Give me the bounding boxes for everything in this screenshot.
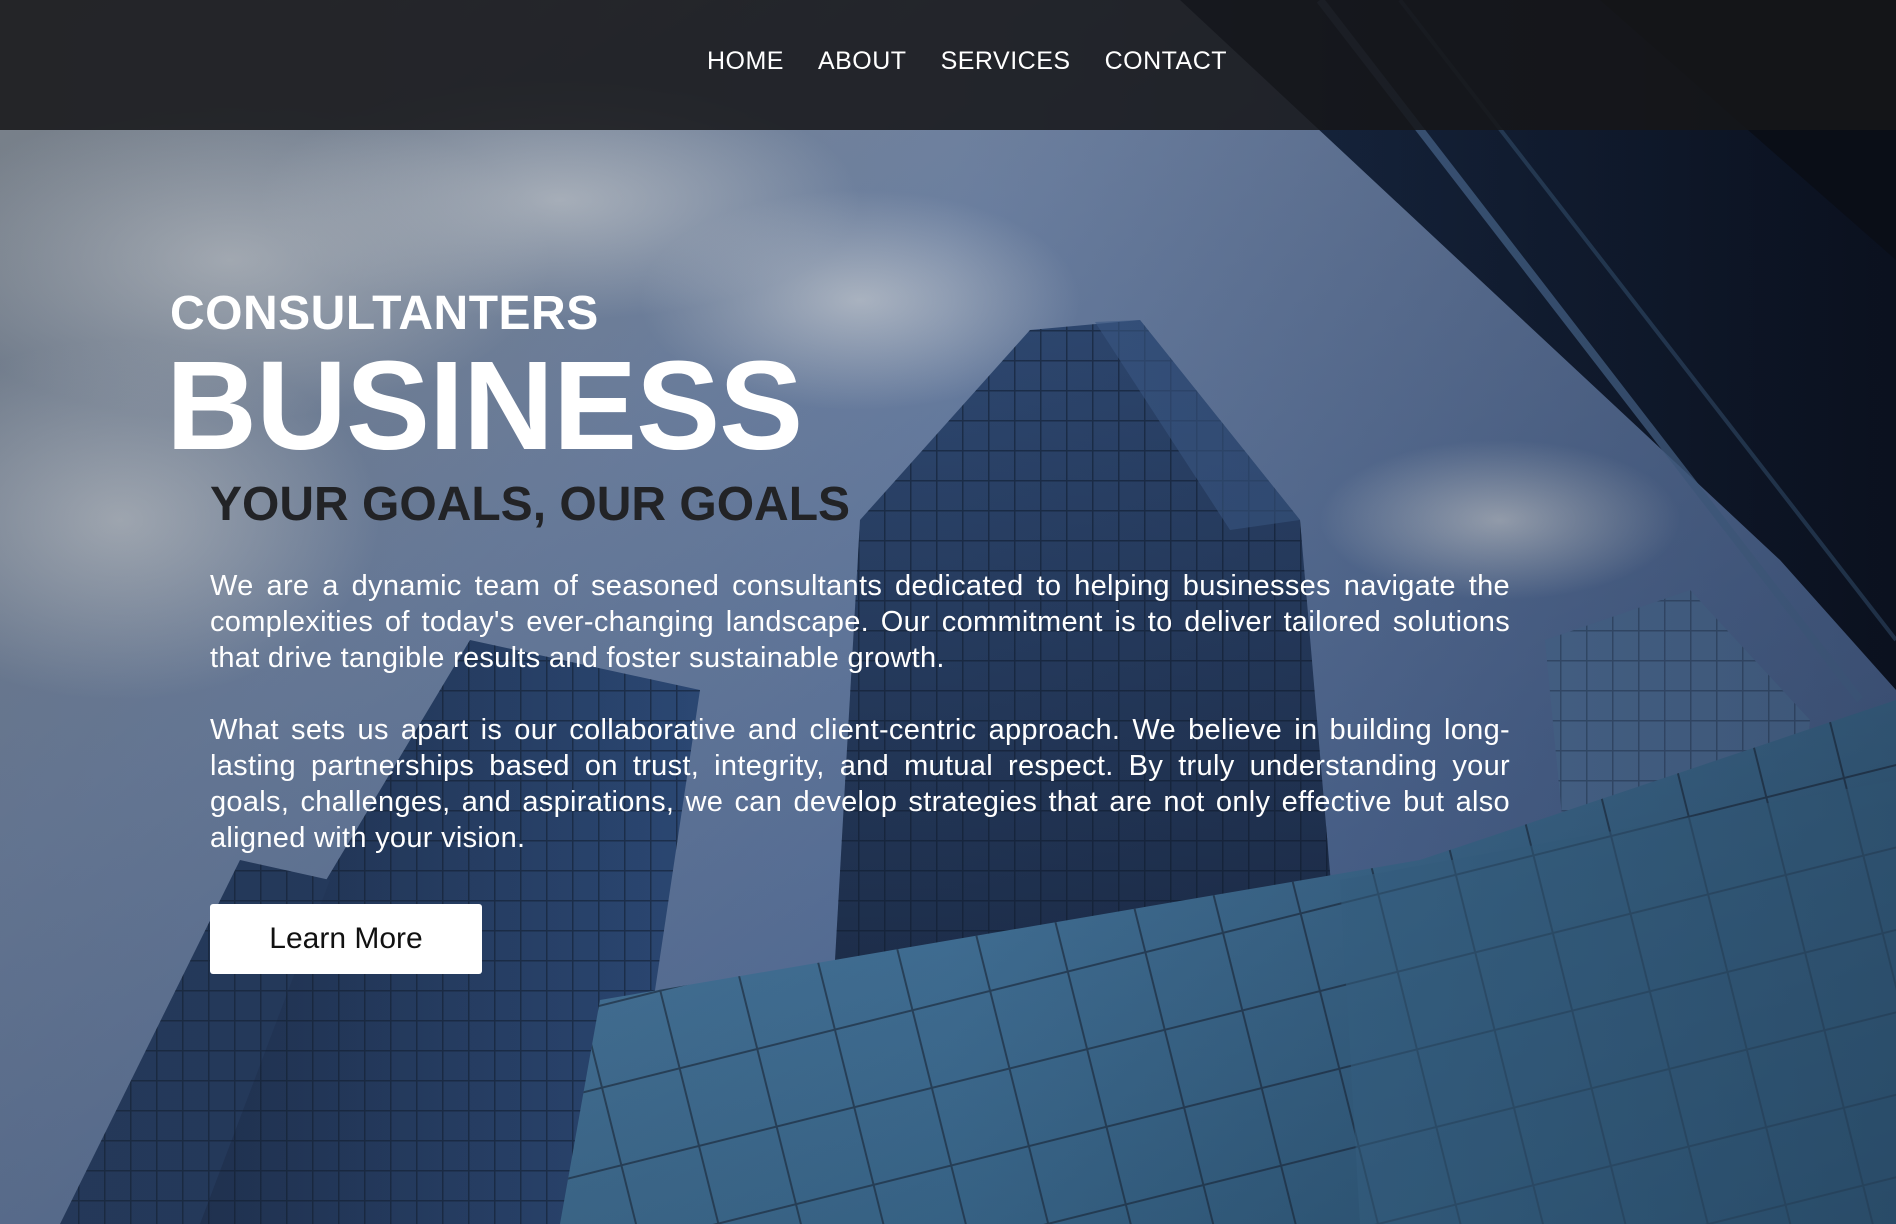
hero-subtitle: YOUR GOALS, OUR GOALS bbox=[210, 478, 851, 531]
top-navigation-bar: HOME ABOUT SERVICES CONTACT bbox=[0, 0, 1896, 130]
hero-title: BUSINESS bbox=[166, 335, 803, 476]
nav-item-home: HOME bbox=[707, 47, 784, 76]
nav-link-contact[interactable]: CONTACT bbox=[1105, 47, 1227, 75]
nav-link-home[interactable]: HOME bbox=[707, 47, 784, 75]
nav-link-about[interactable]: ABOUT bbox=[818, 47, 907, 75]
landing-page: HOME ABOUT SERVICES CONTACT CONSULTANTER… bbox=[0, 0, 1896, 1224]
hero-content: YOUR GOALS, OUR GOALS We are a dynamic t… bbox=[210, 474, 1510, 974]
approach-paragraph: What sets us apart is our collaborative … bbox=[210, 714, 1510, 854]
nav-item-services: SERVICES bbox=[941, 47, 1071, 76]
nav-link-services[interactable]: SERVICES bbox=[941, 47, 1071, 75]
learn-more-button[interactable]: Learn More bbox=[210, 904, 482, 974]
hero-section: CONSULTANTERS BUSINESS YOUR GOALS, OUR G… bbox=[166, 282, 1510, 974]
nav-item-about: ABOUT bbox=[818, 47, 907, 76]
intro-paragraph: We are a dynamic team of seasoned consul… bbox=[210, 570, 1510, 674]
nav-item-contact: CONTACT bbox=[1105, 47, 1227, 76]
nav-menu: HOME ABOUT SERVICES CONTACT bbox=[707, 47, 1227, 76]
